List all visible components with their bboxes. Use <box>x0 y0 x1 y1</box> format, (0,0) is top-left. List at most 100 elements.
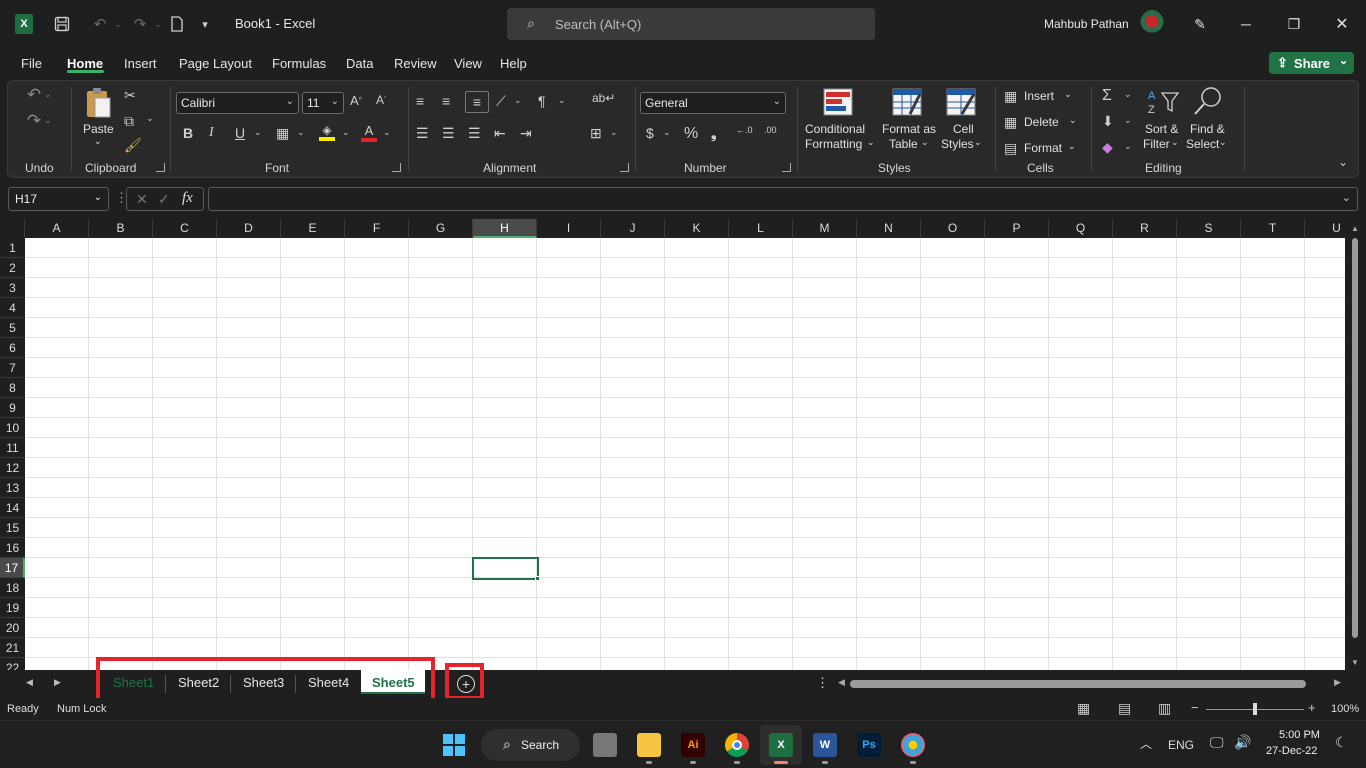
notifications-icon[interactable]: ☾ <box>1335 734 1348 751</box>
excel-taskbar-icon[interactable]: X <box>769 733 793 757</box>
column-header-h[interactable]: H <box>473 219 537 238</box>
network-icon[interactable]: 🖵 <box>1210 734 1224 751</box>
row-header-9[interactable]: 9 <box>0 398 25 418</box>
formula-input[interactable]: ⌄ <box>208 187 1358 211</box>
word-icon[interactable]: W <box>813 733 837 757</box>
sort-filter-label-2[interactable]: Filter <box>1143 137 1170 151</box>
active-cell-h17[interactable] <box>472 557 539 580</box>
tab-page-layout[interactable]: Page Layout <box>179 56 252 71</box>
enter-icon[interactable]: ✓ <box>158 191 170 208</box>
currency-icon[interactable]: $ <box>646 125 654 141</box>
row-header-1[interactable]: 1 <box>0 238 25 258</box>
clear-icon[interactable]: ◆ <box>1102 139 1113 156</box>
format-as-table-label-2[interactable]: Table <box>889 137 918 151</box>
expand-formula-bar-icon[interactable]: ⌄ <box>1342 191 1351 204</box>
designer-icon[interactable]: ✎ <box>1188 12 1212 36</box>
chevron-down-icon[interactable]: ⌄ <box>867 137 875 148</box>
clipboard-launcher-icon[interactable] <box>156 163 165 172</box>
decrease-indent-icon[interactable]: ⇤ <box>494 125 506 142</box>
avatar[interactable] <box>1140 10 1164 38</box>
select-all-button[interactable] <box>0 219 25 238</box>
tab-view[interactable]: View <box>454 56 482 71</box>
zoom-out-icon[interactable]: − <box>1191 700 1199 715</box>
column-header-f[interactable]: F <box>345 219 409 238</box>
row-header-11[interactable]: 11 <box>0 438 25 458</box>
normal-view-icon[interactable]: ▦ <box>1077 700 1090 717</box>
percent-icon[interactable]: % <box>684 125 698 143</box>
tab-insert[interactable]: Insert <box>124 56 157 71</box>
paste-label[interactable]: Paste <box>83 122 114 136</box>
page-layout-view-icon[interactable]: ▤ <box>1118 700 1131 717</box>
fill-icon[interactable]: ⬇ <box>1102 113 1114 130</box>
row-header-10[interactable]: 10 <box>0 418 25 438</box>
chrome-icon[interactable] <box>725 733 749 757</box>
cut-icon[interactable]: ✂ <box>124 87 136 104</box>
column-header-b[interactable]: B <box>89 219 153 238</box>
column-header-i[interactable]: I <box>537 219 601 238</box>
volume-icon[interactable]: 🔊 <box>1234 734 1251 751</box>
increase-indent-icon[interactable]: ⇥ <box>520 125 532 142</box>
ribbon-redo-icon[interactable]: ↷ <box>24 111 44 131</box>
tab-home[interactable]: Home <box>67 56 103 71</box>
cell-styles-label-2[interactable]: Styles <box>941 137 974 151</box>
column-header-s[interactable]: S <box>1177 219 1241 238</box>
sort-filter-icon[interactable]: AZ <box>1146 87 1180 117</box>
zoom-level[interactable]: 100% <box>1331 703 1359 715</box>
column-header-n[interactable]: N <box>857 219 921 238</box>
align-middle-icon[interactable]: ≡ <box>442 93 450 109</box>
illustrator-icon[interactable]: Ai <box>681 733 705 757</box>
row-header-8[interactable]: 8 <box>0 378 25 398</box>
page-break-view-icon[interactable]: ▥ <box>1158 700 1171 717</box>
search-input[interactable]: ⌕ Search (Alt+Q) <box>507 8 875 40</box>
chevron-down-icon[interactable]: ⌄ <box>146 113 154 124</box>
clock-time[interactable]: 5:00 PM <box>1279 729 1320 741</box>
chevron-down-icon[interactable]: ⌄ <box>297 127 305 138</box>
column-header-u[interactable]: U <box>1305 219 1345 238</box>
language-indicator[interactable]: ENG <box>1168 738 1194 752</box>
column-header-a[interactable]: A <box>25 219 89 238</box>
scroll-up-icon[interactable]: ▲ <box>1351 224 1359 233</box>
bold-button[interactable]: B <box>183 125 193 141</box>
italic-button[interactable]: I <box>209 125 214 141</box>
chevron-down-icon[interactable]: ⌄ <box>1124 89 1132 100</box>
row-header-6[interactable]: 6 <box>0 338 25 358</box>
zoom-slider-thumb[interactable] <box>1253 703 1257 715</box>
cells-area[interactable] <box>25 238 1345 670</box>
font-launcher-icon[interactable] <box>392 163 401 172</box>
increase-font-icon[interactable]: A ^ <box>350 93 362 108</box>
align-right-icon[interactable]: ☰ <box>468 125 481 142</box>
task-view-icon[interactable] <box>593 733 617 757</box>
chevron-down-icon[interactable]: ⌄ <box>94 136 102 147</box>
cell-styles-icon[interactable] <box>946 87 976 117</box>
next-sheet-icon[interactable]: ▶ <box>54 677 61 688</box>
column-header-j[interactable]: J <box>601 219 665 238</box>
borders-icon[interactable]: ▦ <box>276 125 289 142</box>
cell-styles-label-1[interactable]: Cell <box>953 122 974 136</box>
chevron-down-icon[interactable]: ⌄ <box>1124 115 1132 126</box>
horizontal-scrollbar[interactable]: ◀ ▶ <box>838 675 1346 691</box>
font-size-select[interactable]: 11 ⌄ <box>302 92 344 114</box>
column-header-l[interactable]: L <box>729 219 793 238</box>
scroll-down-icon[interactable]: ▼ <box>1351 658 1359 667</box>
format-cells-icon[interactable]: ▤ <box>1004 140 1017 157</box>
row-header-2[interactable]: 2 <box>0 258 25 278</box>
show-hidden-icons-icon[interactable]: ︿ <box>1140 735 1152 752</box>
column-header-p[interactable]: P <box>985 219 1049 238</box>
chevron-down-icon[interactable]: ⌄ <box>558 95 566 106</box>
delete-cells-label[interactable]: Delete <box>1024 115 1059 129</box>
restore-icon[interactable]: ❐ <box>1282 12 1306 36</box>
column-header-t[interactable]: T <box>1241 219 1305 238</box>
row-header-22[interactable]: 22 <box>0 658 25 670</box>
insert-function-button[interactable]: fx <box>182 190 193 207</box>
number-format-select[interactable]: General ⌄ <box>640 92 786 114</box>
chevron-down-icon[interactable]: ⌄ <box>342 127 350 138</box>
clock-date[interactable]: 27-Dec-22 <box>1266 745 1317 757</box>
column-header-e[interactable]: E <box>281 219 345 238</box>
row-header-17[interactable]: 17 <box>0 558 25 578</box>
chevron-down-icon[interactable]: ⌄ <box>1124 141 1132 152</box>
row-header-5[interactable]: 5 <box>0 318 25 338</box>
ribbon-undo-icon[interactable]: ↶ <box>24 85 44 105</box>
chevron-down-icon[interactable]: ⌄ <box>1069 115 1077 126</box>
chevron-down-icon[interactable]: ⌄ <box>1219 137 1227 148</box>
row-header-16[interactable]: 16 <box>0 538 25 558</box>
